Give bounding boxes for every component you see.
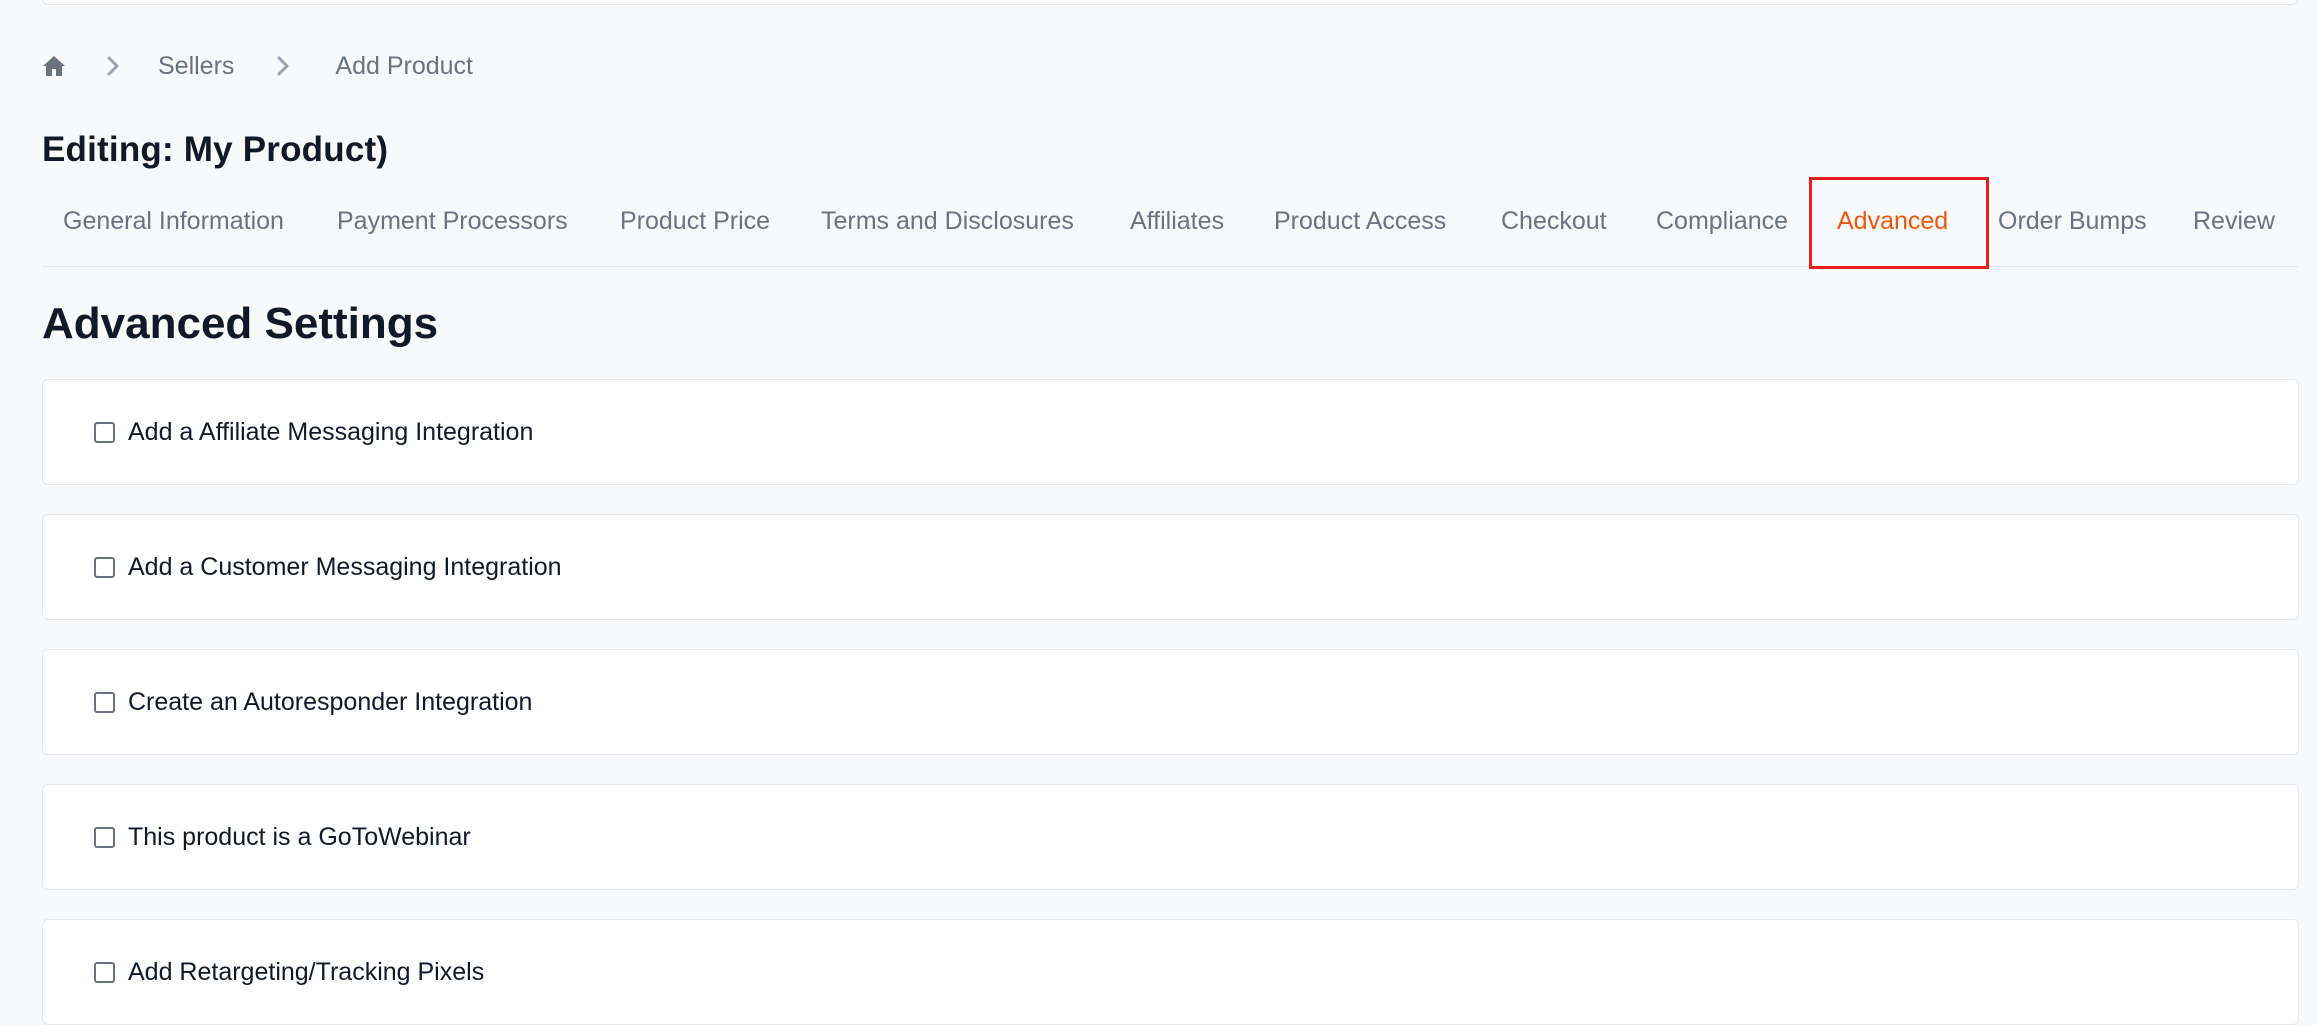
option-card-affiliate-messaging: Add a Affiliate Messaging Integration xyxy=(42,379,2299,485)
option-label-gotowebinar[interactable]: This product is a GoToWebinar xyxy=(128,821,471,853)
breadcrumb: Sellers Add Product xyxy=(42,50,473,82)
option-label-autoresponder[interactable]: Create an Autoresponder Integration xyxy=(128,686,532,718)
option-label-affiliate-messaging[interactable]: Add a Affiliate Messaging Integration xyxy=(128,416,533,448)
option-card-autoresponder: Create an Autoresponder Integration xyxy=(42,649,2299,755)
checkbox-affiliate-messaging[interactable] xyxy=(94,421,115,443)
tab-compliance[interactable]: Compliance xyxy=(1656,176,1788,266)
option-card-gotowebinar: This product is a GoToWebinar xyxy=(42,784,2299,890)
option-card-customer-messaging: Add a Customer Messaging Integration xyxy=(42,514,2299,620)
tab-product-access[interactable]: Product Access xyxy=(1274,176,1446,266)
tab-product-price[interactable]: Product Price xyxy=(620,176,770,266)
chevron-right-icon xyxy=(234,55,335,77)
breadcrumb-item-sellers[interactable]: Sellers xyxy=(158,50,234,82)
tab-advanced[interactable]: Advanced xyxy=(1837,176,1948,266)
breadcrumb-item-add-product: Add Product xyxy=(335,52,474,80)
tab-general-information[interactable]: General Information xyxy=(63,176,284,266)
tab-affiliates[interactable]: Affiliates xyxy=(1130,176,1224,266)
checkbox-customer-messaging[interactable] xyxy=(94,556,115,578)
chevron-right-icon xyxy=(66,55,158,77)
option-label-customer-messaging[interactable]: Add a Customer Messaging Integration xyxy=(128,551,562,583)
checkbox-gotowebinar[interactable] xyxy=(94,826,115,848)
section-title: Advanced Settings xyxy=(42,299,439,348)
option-card-retargeting-pixels: Add Retargeting/Tracking Pixels xyxy=(42,919,2299,1025)
tab-payment-processors[interactable]: Payment Processors xyxy=(337,176,568,266)
tab-checkout[interactable]: Checkout xyxy=(1501,176,1607,266)
home-icon[interactable] xyxy=(42,55,66,77)
checkbox-autoresponder[interactable] xyxy=(94,691,115,713)
option-label-retargeting-pixels[interactable]: Add Retargeting/Tracking Pixels xyxy=(128,956,484,988)
product-tabs: General Information Payment Processors P… xyxy=(42,176,2298,267)
top-header-bar xyxy=(42,0,2298,5)
tab-review[interactable]: Review xyxy=(2193,176,2275,266)
checkbox-retargeting-pixels[interactable] xyxy=(94,961,115,983)
tab-terms-and-disclosures[interactable]: Terms and Disclosures xyxy=(821,176,1074,266)
page-title: Editing: My Product) xyxy=(42,130,389,169)
tab-order-bumps[interactable]: Order Bumps xyxy=(1998,176,2147,266)
